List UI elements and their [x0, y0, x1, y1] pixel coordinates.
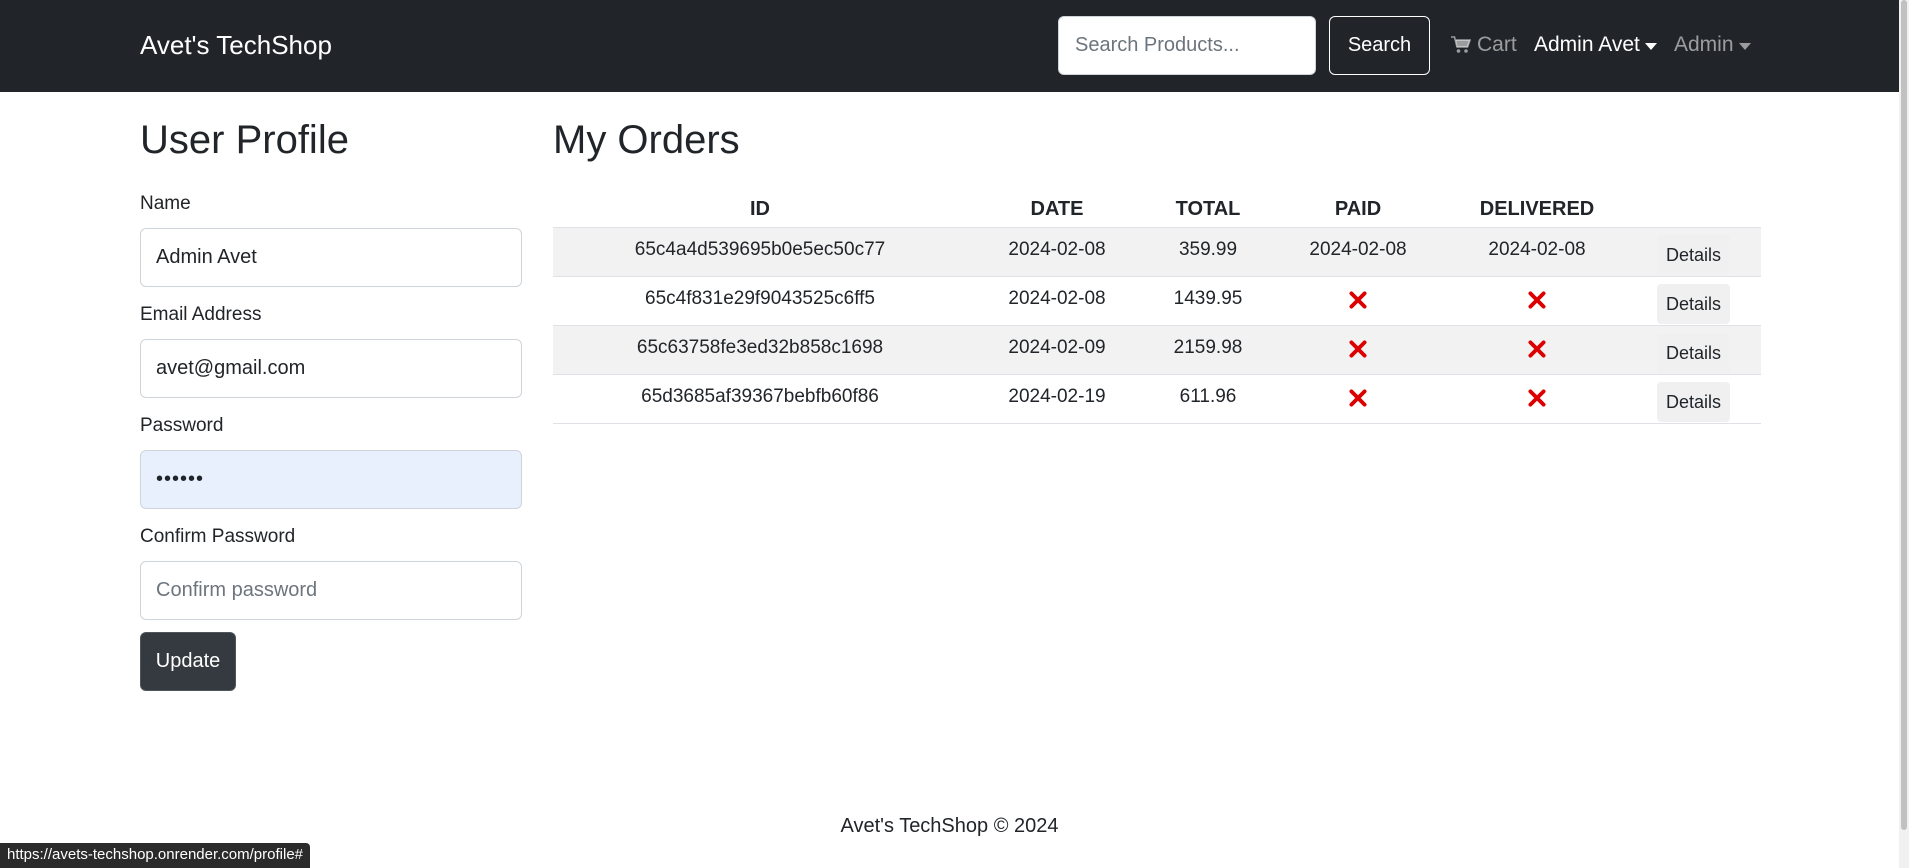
order-total: 1439.95	[1173, 288, 1243, 309]
email-field[interactable]: avet@gmail.com	[140, 339, 522, 398]
user-menu-label: Admin Avet	[1534, 33, 1640, 56]
not-paid-x-icon	[1349, 291, 1367, 309]
name-label: Name	[140, 193, 191, 214]
footer-copyright: Avet's TechShop © 2024	[840, 815, 1059, 837]
user-menu-dropdown[interactable]: Admin Avet	[1534, 33, 1657, 57]
order-total: 359.99	[1178, 239, 1238, 260]
order-total: 2159.98	[1173, 337, 1243, 358]
cart-label: Cart	[1477, 33, 1517, 56]
orders-table: ID DATE TOTAL PAID DELIVERED 65c4a4d5396…	[553, 190, 1761, 424]
table-row: 65d3685af39367bebfb60f86 2024-02-19 611.…	[553, 375, 1761, 424]
cart-link[interactable]: Cart	[1451, 33, 1517, 57]
order-total: 611.96	[1179, 386, 1237, 407]
confirm-password-field[interactable]: Confirm password	[140, 561, 522, 620]
page-scrollbar-thumb[interactable]	[1901, 0, 1907, 830]
order-date: 2024-02-08	[1008, 239, 1106, 260]
chevron-down-icon	[1644, 42, 1657, 50]
details-button[interactable]: Details	[1657, 333, 1730, 373]
not-delivered-x-icon	[1528, 291, 1546, 309]
not-paid-x-icon	[1349, 389, 1367, 407]
chevron-down-icon	[1738, 42, 1751, 50]
table-header: ID DATE TOTAL PAID DELIVERED	[553, 190, 1761, 228]
order-date: 2024-02-09	[1008, 337, 1106, 358]
column-header-date: DATE	[1030, 198, 1084, 220]
brand-link[interactable]: Avet's TechShop	[140, 30, 332, 61]
order-paid-date: 2024-02-08	[1309, 239, 1407, 260]
password-field[interactable]: ••••••	[140, 450, 522, 509]
orders-title: My Orders	[553, 118, 740, 162]
order-id: 65c4a4d539695b0e5ec50c77	[634, 239, 886, 260]
order-date: 2024-02-19	[1008, 386, 1106, 407]
details-button[interactable]: Details	[1657, 235, 1730, 275]
top-navbar: Avet's TechShop Search Products... Searc…	[0, 0, 1899, 92]
details-button[interactable]: Details	[1657, 382, 1730, 422]
order-date: 2024-02-08	[1008, 288, 1106, 309]
table-row: 65c4f831e29f9043525c6ff5 2024-02-08 1439…	[553, 277, 1761, 326]
column-header-paid: PAID	[1334, 198, 1382, 220]
order-id: 65c4f831e29f9043525c6ff5	[645, 288, 875, 309]
name-field[interactable]: Admin Avet	[140, 228, 522, 287]
details-button[interactable]: Details	[1657, 284, 1730, 324]
cart-icon	[1451, 36, 1471, 53]
search-button[interactable]: Search	[1329, 16, 1430, 75]
admin-menu-label: Admin	[1674, 33, 1734, 56]
confirm-password-label: Confirm Password	[140, 526, 296, 547]
email-label: Email Address	[140, 304, 262, 325]
not-delivered-x-icon	[1528, 389, 1546, 407]
not-delivered-x-icon	[1528, 340, 1546, 358]
search-input[interactable]: Search Products...	[1058, 16, 1316, 75]
not-paid-x-icon	[1349, 340, 1367, 358]
order-delivered-date: 2024-02-08	[1488, 239, 1586, 260]
column-header-id: ID	[750, 198, 770, 220]
table-row: 65c63758fe3ed32b858c1698 2024-02-09 2159…	[553, 326, 1761, 375]
order-id: 65c63758fe3ed32b858c1698	[636, 337, 884, 358]
column-header-total: TOTAL	[1175, 198, 1241, 220]
admin-menu-dropdown[interactable]: Admin	[1674, 33, 1751, 57]
table-row: 65c4a4d539695b0e5ec50c77 2024-02-08 359.…	[553, 228, 1761, 277]
column-header-delivered: DELIVERED	[1479, 198, 1595, 220]
order-id: 65d3685af39367bebfb60f86	[641, 386, 879, 407]
update-button[interactable]: Update	[140, 632, 236, 691]
profile-title: User Profile	[140, 118, 349, 162]
link-status-bar: https://avets-techshop.onrender.com/prof…	[0, 843, 311, 868]
password-label: Password	[140, 415, 224, 436]
